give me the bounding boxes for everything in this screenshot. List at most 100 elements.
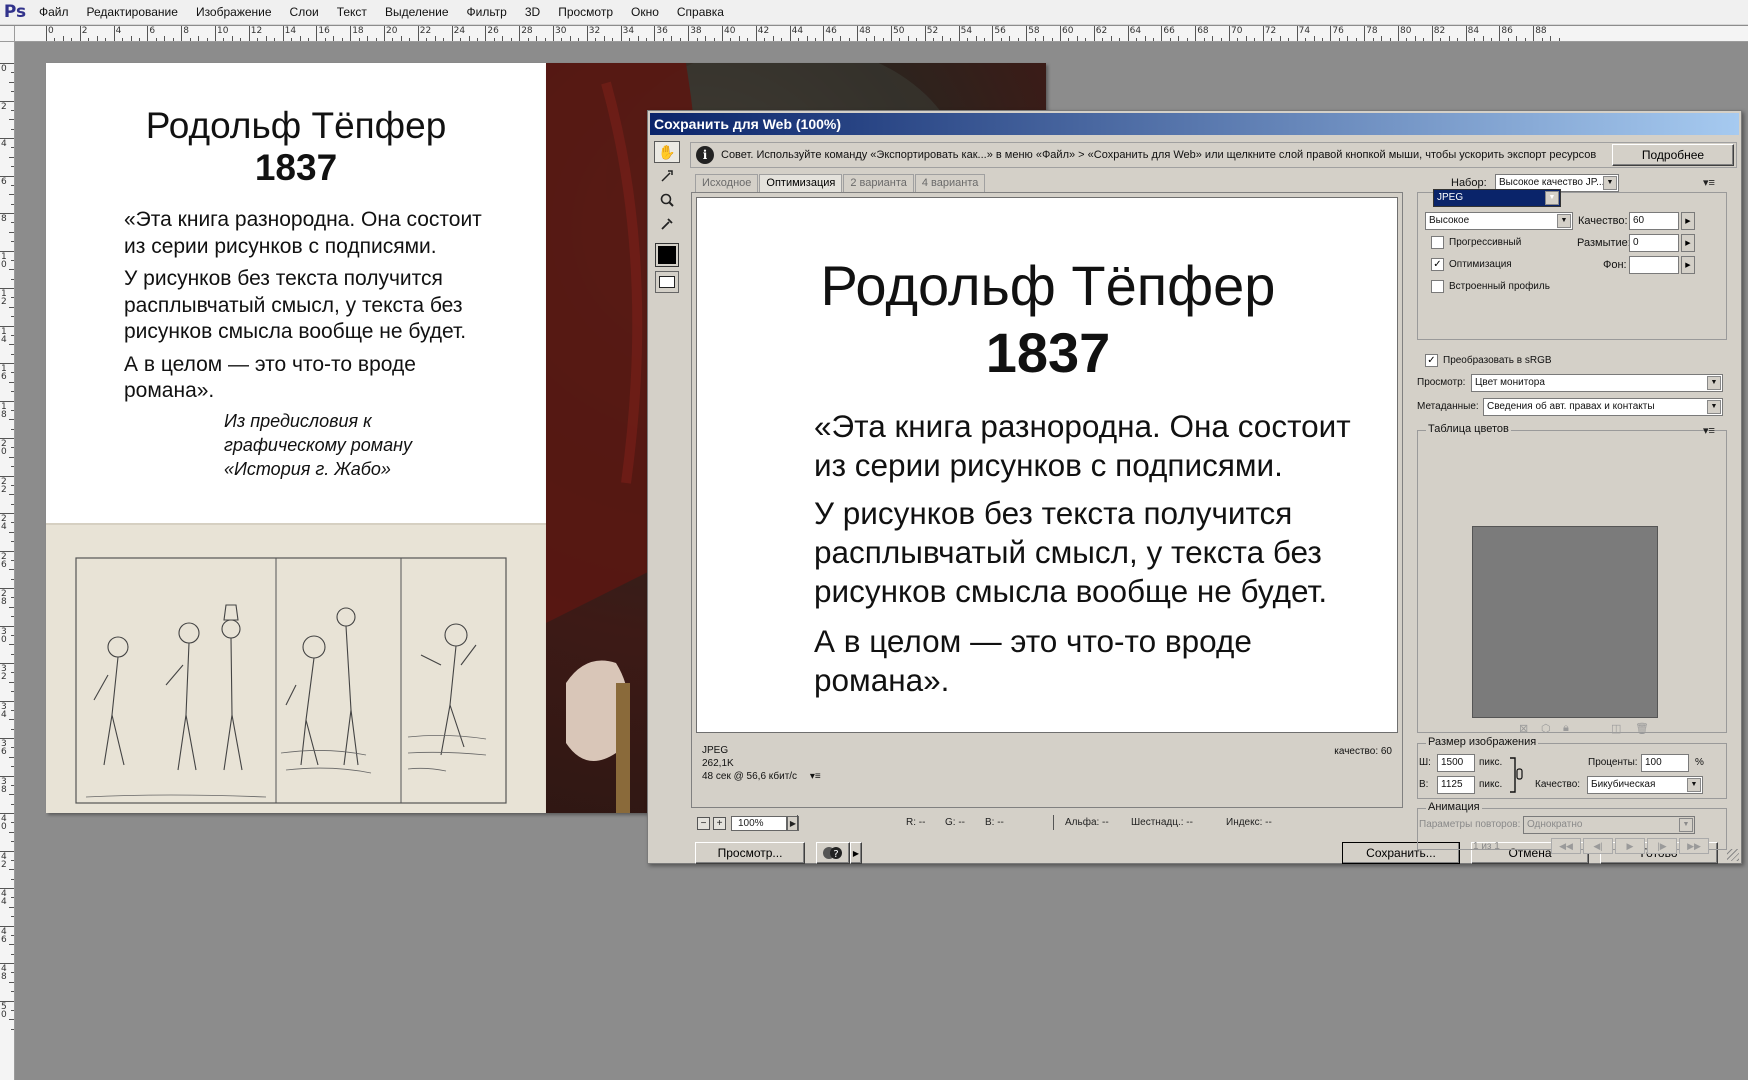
last-frame-icon[interactable]: ▶▶ — [1679, 838, 1709, 854]
format-select[interactable]: JPEG ▼ — [1433, 189, 1561, 207]
ruler-horizontal[interactable]: 0 2 4 6 8 10 12 14 16 18 20 22 24 26 28 30 32 34 36 38 40 42 4… — [15, 26, 1748, 42]
loop-label: Параметры повторов: — [1419, 819, 1521, 830]
ruler-tick — [206, 38, 208, 41]
ruler-tick — [1398, 26, 1399, 41]
ruler-tick — [814, 38, 816, 41]
ruler-tick — [1541, 38, 1543, 41]
menu-layers[interactable]: Слои — [281, 0, 328, 25]
link-proportions-icon[interactable] — [1509, 757, 1525, 793]
zoom-level-field[interactable]: 100% — [731, 815, 787, 831]
ruler-tick — [679, 38, 681, 41]
ruler-tick — [578, 38, 580, 41]
ruler-tick — [620, 26, 622, 41]
ruler-tick — [375, 38, 377, 41]
download-speed-menu-icon[interactable]: ▾≡ — [810, 771, 821, 782]
ruler-label: 32 — [1, 664, 7, 682]
tab-optimized[interactable]: Оптимизация — [759, 174, 843, 192]
ruler-tick — [333, 36, 335, 41]
document-canvas[interactable]: Родольф Тёпфер 1837 «Эта книга разнородн… — [46, 63, 546, 813]
ruler-tick — [0, 550, 14, 552]
menu-file[interactable]: Файл — [30, 0, 78, 25]
width-field[interactable]: 1500 — [1437, 754, 1475, 772]
tab-2-up[interactable]: 2 варианта — [843, 174, 914, 192]
play-icon[interactable]: ▶ — [1615, 838, 1645, 854]
blur-slider-icon[interactable]: ▶ — [1681, 234, 1695, 252]
toggle-slices-visibility-icon[interactable] — [655, 271, 679, 293]
ruler-label: 62 — [1095, 26, 1108, 36]
matte-dropdown-icon[interactable]: ▶ — [1681, 256, 1695, 274]
ruler-vertical[interactable]: 0 2 4 6 8 10 12 14 16 18 20 22 24 26 28 30 32 34 36 38 40 42 4… — [0, 26, 15, 1080]
quality-preset-select[interactable]: Высокое ▼ — [1425, 212, 1573, 230]
color-table-swatches[interactable] — [1472, 526, 1658, 718]
percent-field[interactable]: 100 — [1641, 754, 1689, 772]
preset-menu-icon[interactable]: ▾≡ — [1703, 176, 1715, 189]
menu-edit[interactable]: Редактирование — [78, 0, 187, 25]
tab-original[interactable]: Исходное — [695, 174, 759, 192]
preview-mode-select[interactable]: Цвет монитора ▼ — [1471, 374, 1723, 392]
ruler-tick — [806, 36, 808, 41]
embed-profile-checkbox[interactable] — [1431, 280, 1444, 293]
ruler-tick — [11, 147, 14, 149]
preview-quote-line: «Эта книга разнородна. Она состоит — [814, 408, 1351, 444]
ruler-tick — [967, 38, 969, 41]
progressive-checkbox[interactable] — [1431, 236, 1444, 249]
zoom-in-button[interactable]: + — [713, 816, 726, 830]
ruler-tick — [603, 36, 605, 41]
browser-icon[interactable]: ? — [816, 842, 850, 864]
optimized-checkbox[interactable]: ✓ — [1431, 258, 1444, 271]
ruler-label: 42 — [757, 26, 770, 36]
menu-3d[interactable]: 3D — [516, 0, 549, 25]
menu-view[interactable]: Просмотр — [549, 0, 622, 25]
menu-window[interactable]: Окно — [622, 0, 668, 25]
ruler-tick — [147, 26, 149, 41]
metadata-select[interactable]: Сведения об авт. правах и контакты ▼ — [1483, 398, 1723, 416]
resample-select[interactable]: Бикубическая ▼ — [1587, 776, 1703, 794]
ruler-tick — [662, 38, 664, 41]
ruler-corner[interactable] — [0, 26, 15, 42]
ruler-tick — [789, 26, 791, 41]
height-field[interactable]: 1125 — [1437, 776, 1475, 794]
hand-tool-icon[interactable]: ✋ — [654, 141, 680, 163]
convert-srgb-checkbox[interactable]: ✓ — [1425, 354, 1438, 367]
loop-select[interactable]: Однократно ▼ — [1523, 816, 1695, 834]
menu-select[interactable]: Выделение — [376, 0, 458, 25]
next-frame-icon[interactable]: |▶ — [1647, 838, 1677, 854]
ruler-tick — [0, 513, 14, 514]
ruler-tick — [629, 38, 631, 41]
menu-image[interactable]: Изображение — [187, 0, 281, 25]
ruler-tick — [88, 38, 90, 41]
more-info-button[interactable]: Подробнее — [1612, 144, 1734, 166]
browser-dropdown-icon[interactable]: ▶ — [850, 842, 862, 864]
ruler-tick — [1448, 36, 1450, 41]
ruler-tick — [0, 175, 14, 177]
ruler-tick — [0, 888, 14, 889]
previous-frame-icon[interactable]: ◀| — [1583, 838, 1613, 854]
ruler-tick — [9, 269, 14, 271]
quality-field[interactable]: 60 — [1629, 212, 1679, 230]
browser-preview-button[interactable]: Просмотр... — [695, 842, 805, 864]
color-table-menu-icon[interactable]: ▾≡ — [1703, 424, 1715, 437]
ruler-tick — [764, 38, 766, 41]
ruler-tick — [11, 953, 14, 955]
ruler-tick — [11, 784, 14, 786]
menu-type[interactable]: Текст — [328, 0, 376, 25]
matte-color-field[interactable] — [1629, 256, 1679, 274]
tab-4-up[interactable]: 4 варианта — [914, 174, 986, 192]
menu-filter[interactable]: Фильтр — [458, 0, 516, 25]
blur-field[interactable]: 0 — [1629, 234, 1679, 252]
zoom-out-button[interactable]: − — [697, 816, 710, 830]
ruler-tick — [9, 1019, 14, 1021]
zoom-tool-icon[interactable] — [654, 189, 680, 211]
ruler-tick — [941, 36, 943, 41]
quality-slider-icon[interactable]: ▶ — [1681, 212, 1695, 230]
first-frame-icon[interactable]: ◀◀ — [1551, 838, 1581, 854]
optimized-preview-canvas[interactable]: Родольф Тёпфер 1837 «Эта книга разнородн… — [696, 197, 1398, 733]
eyedropper-color-swatch[interactable] — [655, 243, 679, 267]
ruler-label: 88 — [1535, 26, 1547, 36]
resize-grip[interactable] — [1727, 849, 1739, 861]
dialog-titlebar[interactable]: Сохранить для Web (100%) — [650, 113, 1739, 135]
eyedropper-tool-icon[interactable] — [654, 213, 680, 235]
slice-select-tool-icon[interactable] — [654, 165, 680, 187]
menu-help[interactable]: Справка — [668, 0, 733, 25]
ruler-tick — [1507, 38, 1509, 41]
